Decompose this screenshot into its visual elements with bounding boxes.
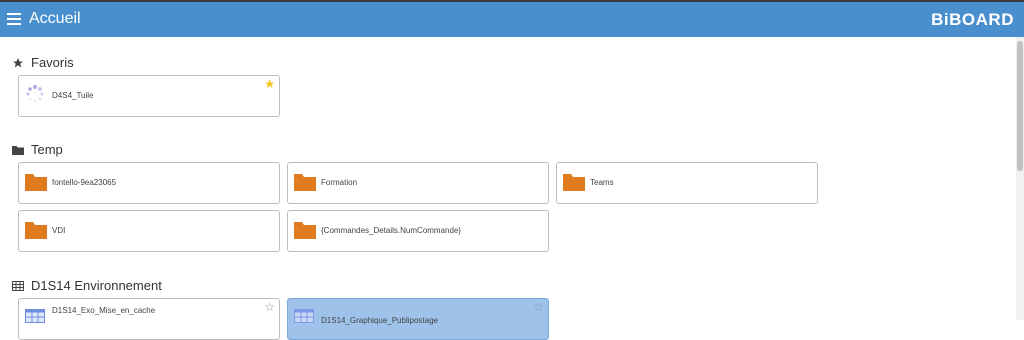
- table-icon: [12, 280, 24, 291]
- table-icon: [25, 309, 45, 323]
- tile-folder-fontello[interactable]: fontello-9ea23065: [18, 162, 280, 204]
- section-label: Temp: [31, 142, 63, 157]
- section-title-temp: Temp: [12, 142, 63, 157]
- vertical-scrollbar[interactable]: [1016, 37, 1024, 320]
- tile-folder-vdi[interactable]: VDI: [18, 210, 280, 252]
- biboard-logo: BiBOARD: [931, 10, 1014, 29]
- page-title: Accueil: [29, 10, 81, 27]
- star-outline-icon[interactable]: ☆: [264, 301, 275, 313]
- folder-icon: [25, 174, 47, 191]
- star-outline-icon[interactable]: ☆: [533, 301, 544, 313]
- tile-graphique-publipostage[interactable]: D1S14_Graphique_Publipostage ☆: [287, 298, 549, 340]
- tile-label: VDI: [52, 226, 66, 235]
- tile-label: {Commandes_Details.NumCommande}: [321, 226, 462, 235]
- top-bar: Accueil BiBOARD: [0, 0, 1024, 37]
- tile-folder-formation[interactable]: Formation: [287, 162, 549, 204]
- tile-folder-commandes[interactable]: {Commandes_Details.NumCommande}: [287, 210, 549, 252]
- star-icon: [13, 57, 23, 67]
- tile-exo-mise-en-cache[interactable]: D1S14_Exo_Mise_en_cache ☆: [18, 298, 280, 340]
- spinner-icon: [26, 85, 44, 102]
- folder-icon: [25, 222, 47, 239]
- folder-icon: [12, 145, 24, 155]
- tile-folder-teams[interactable]: Teams: [556, 162, 818, 204]
- folder-icon: [563, 174, 585, 191]
- tile-label: Formation: [321, 178, 358, 187]
- folder-icon: [294, 174, 316, 191]
- scrollbar-thumb[interactable]: [1017, 41, 1023, 171]
- tile-label: Teams: [590, 178, 614, 187]
- section-label: D1S14 Environnement: [31, 278, 162, 293]
- folder-icon: [294, 222, 316, 239]
- table-icon: [294, 309, 314, 323]
- section-label: Favoris: [31, 55, 74, 70]
- section-title-environnement: D1S14 Environnement: [12, 278, 162, 293]
- tile-d4s4-tuile[interactable]: D4S4_Tuile ★: [18, 75, 280, 117]
- section-title-favoris: Favoris: [12, 55, 74, 70]
- tile-label: fontello-9ea23065: [52, 178, 117, 187]
- tile-label: D1S14_Exo_Mise_en_cache: [52, 306, 156, 315]
- tile-label: D4S4_Tuile: [52, 91, 94, 100]
- tile-label: D1S14_Graphique_Publipostage: [321, 316, 438, 325]
- star-filled-icon[interactable]: ★: [264, 78, 275, 90]
- hamburger-menu-icon[interactable]: [7, 13, 21, 25]
